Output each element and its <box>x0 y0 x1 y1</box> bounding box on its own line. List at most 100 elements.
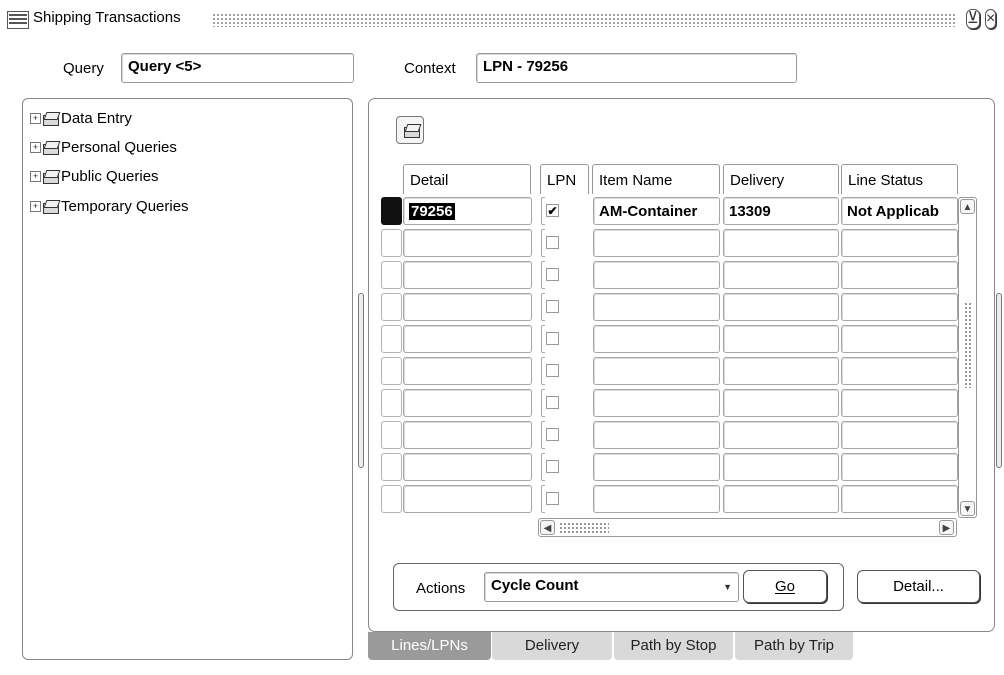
scroll-up-icon[interactable]: ▲ <box>960 199 975 214</box>
detail-button[interactable]: Detail... <box>857 570 980 603</box>
row-indicator[interactable] <box>381 357 402 385</box>
cell-item-name[interactable] <box>593 229 720 257</box>
lpn-checkbox[interactable] <box>546 396 559 409</box>
cell-item-name[interactable]: AM-Container <box>593 197 720 225</box>
column-header-lpn[interactable]: LPN <box>540 164 589 194</box>
row-indicator[interactable] <box>381 389 402 417</box>
lpn-checkbox[interactable]: ✔ <box>546 204 559 217</box>
cell-item-name[interactable] <box>593 293 720 321</box>
tab-lines-lpns[interactable]: Lines/LPNs <box>368 632 491 660</box>
cell-item-name[interactable] <box>593 261 720 289</box>
cell-item-name[interactable] <box>593 357 720 385</box>
row-indicator[interactable] <box>381 261 402 289</box>
cell-delivery[interactable] <box>723 453 839 481</box>
cell-detail[interactable] <box>403 357 532 385</box>
cell-delivery[interactable] <box>723 357 839 385</box>
cell-delivery[interactable] <box>723 389 839 417</box>
cell-detail[interactable] <box>403 261 532 289</box>
cell-detail[interactable] <box>403 229 532 257</box>
vertical-scrollbar[interactable]: ▲ ▼ <box>958 197 977 518</box>
lpn-checkbox[interactable] <box>546 300 559 313</box>
cell-detail[interactable] <box>403 421 532 449</box>
row-indicator[interactable] <box>381 421 402 449</box>
cell-line-status[interactable] <box>841 261 958 289</box>
row-indicator[interactable] <box>381 485 402 513</box>
cell-detail[interactable] <box>403 325 532 353</box>
cell-line-status[interactable] <box>841 293 958 321</box>
cell-delivery[interactable] <box>723 229 839 257</box>
row-indicator[interactable] <box>381 229 402 257</box>
go-button[interactable]: Go <box>743 570 827 603</box>
row-indicator[interactable] <box>381 453 402 481</box>
lpn-checkbox[interactable] <box>546 460 559 473</box>
tree-item-personal-queries[interactable]: + Personal Queries <box>30 136 177 158</box>
cell-delivery[interactable]: 13309 <box>723 197 839 225</box>
actions-dropdown[interactable]: Cycle Count ▼ <box>484 572 739 602</box>
cell-detail[interactable] <box>403 485 532 513</box>
cell-item-name[interactable] <box>593 389 720 417</box>
cell-detail[interactable] <box>403 389 532 417</box>
cell-line-status[interactable] <box>841 357 958 385</box>
row-indicator[interactable] <box>381 325 402 353</box>
column-header-item-name[interactable]: Item Name <box>592 164 720 194</box>
cell-line-status[interactable]: Not Applicab <box>841 197 958 225</box>
cell-item-name[interactable] <box>593 485 720 513</box>
minimize-icon[interactable]: ⊻ <box>966 9 980 29</box>
tab-path-by-trip[interactable]: Path by Trip <box>735 632 853 660</box>
title-bar-grip[interactable] <box>212 13 957 27</box>
cell-line-status[interactable] <box>841 421 958 449</box>
cell-delivery[interactable] <box>723 293 839 321</box>
cell-item-name[interactable] <box>593 421 720 449</box>
tree-item-public-queries[interactable]: + Public Queries <box>30 165 159 187</box>
cell-delivery[interactable] <box>723 261 839 289</box>
cell-delivery[interactable] <box>723 485 839 513</box>
scroll-down-icon[interactable]: ▼ <box>960 501 975 516</box>
lpn-checkbox[interactable] <box>546 364 559 377</box>
cell-detail[interactable] <box>403 453 532 481</box>
scroll-left-icon[interactable]: ◀ <box>540 520 555 535</box>
lpn-checkbox[interactable] <box>546 332 559 345</box>
folder-button[interactable] <box>396 116 424 144</box>
tree-item-label: Public Queries <box>61 167 159 185</box>
selected-text: 79256 <box>409 203 455 220</box>
tree-item-temporary-queries[interactable]: + Temporary Queries <box>30 195 189 217</box>
pane-splitter[interactable] <box>358 293 364 468</box>
horizontal-scrollbar[interactable]: ◀ ▶ <box>538 518 957 537</box>
cell-delivery[interactable] <box>723 325 839 353</box>
expand-icon[interactable]: + <box>30 200 41 212</box>
column-header-detail[interactable]: Detail <box>403 164 531 194</box>
pane-splitter-right[interactable] <box>996 293 1002 468</box>
tab-delivery[interactable]: Delivery <box>492 632 612 660</box>
expand-icon[interactable]: + <box>30 170 41 182</box>
cell-detail[interactable]: 79256 <box>403 197 532 225</box>
lpn-checkbox[interactable] <box>546 236 559 249</box>
cell-line-status[interactable] <box>841 389 958 417</box>
query-field[interactable]: Query <5> <box>121 53 354 83</box>
tab-path-by-stop[interactable]: Path by Stop <box>614 632 733 660</box>
row-indicator[interactable] <box>381 293 402 321</box>
column-header-delivery[interactable]: Delivery <box>723 164 839 194</box>
cell-line-status[interactable] <box>841 229 958 257</box>
cell-delivery[interactable] <box>723 421 839 449</box>
cell-item-name[interactable] <box>593 453 720 481</box>
column-header-line-status[interactable]: Line Status <box>841 164 958 194</box>
close-icon[interactable]: × <box>985 9 997 29</box>
scroll-right-icon[interactable]: ▶ <box>939 520 954 535</box>
expand-icon[interactable]: + <box>30 112 41 124</box>
row-indicator[interactable] <box>381 197 402 225</box>
cell-line-status[interactable] <box>841 485 958 513</box>
cell-item-name[interactable] <box>593 325 720 353</box>
tree-item-data-entry[interactable]: + Data Entry <box>30 107 132 129</box>
context-field[interactable]: LPN - 79256 <box>476 53 797 83</box>
dropdown-arrow-icon[interactable]: ▼ <box>723 582 732 592</box>
lpn-checkbox[interactable] <box>546 492 559 505</box>
cell-line-status[interactable] <box>841 325 958 353</box>
lpn-checkbox[interactable] <box>546 428 559 441</box>
cell-detail[interactable] <box>403 293 532 321</box>
expand-icon[interactable]: + <box>30 141 41 153</box>
horizontal-scroll-thumb[interactable] <box>559 522 609 534</box>
scroll-thumb[interactable] <box>964 302 972 388</box>
cell-line-status[interactable] <box>841 453 958 481</box>
lpn-cell <box>541 485 545 513</box>
lpn-checkbox[interactable] <box>546 268 559 281</box>
